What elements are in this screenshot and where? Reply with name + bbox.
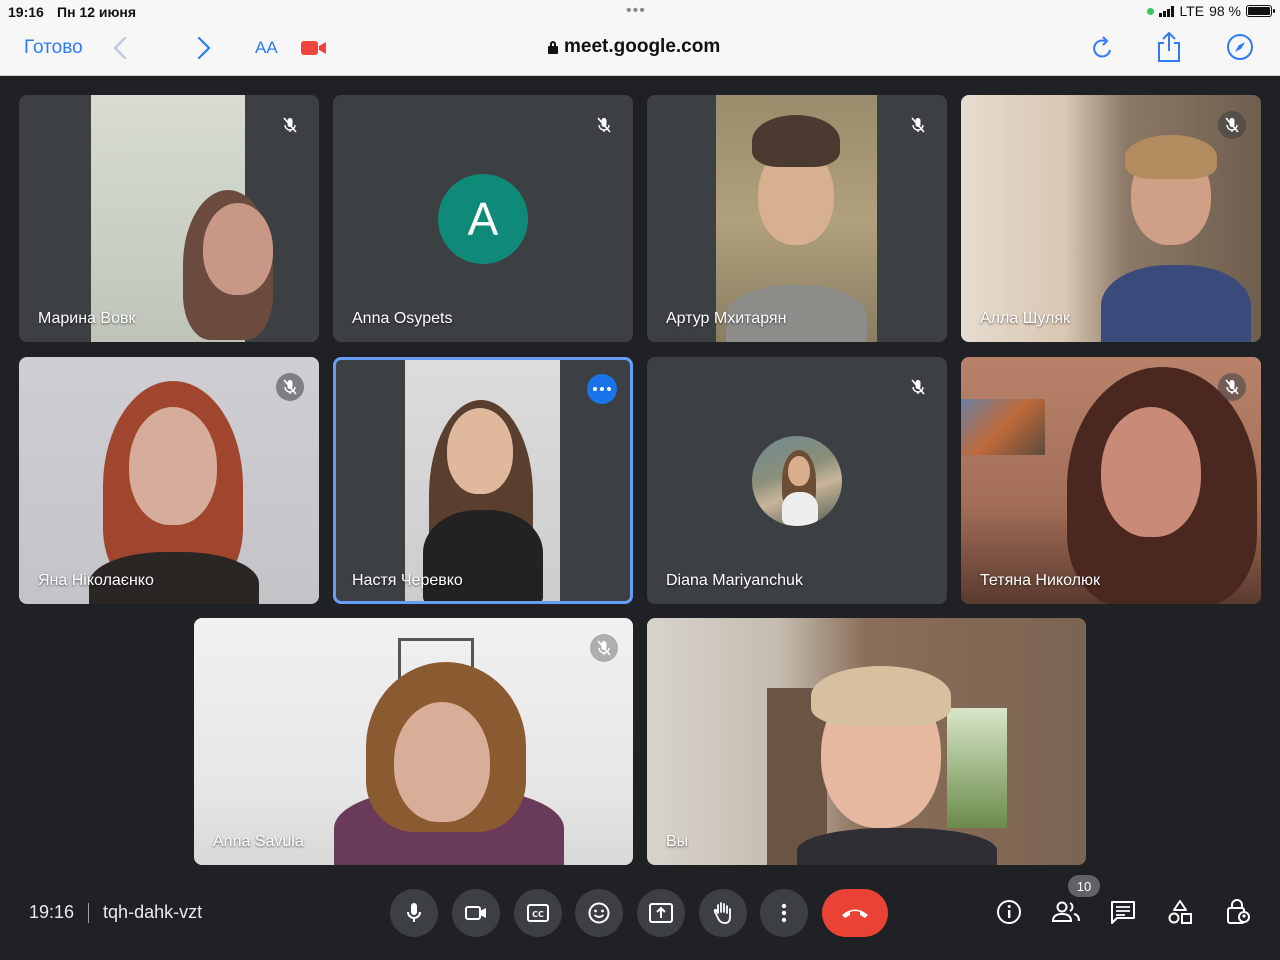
participant-tile[interactable]: A Anna Osypets (333, 95, 633, 342)
people-button[interactable] (1050, 896, 1082, 928)
participant-video (716, 95, 877, 342)
shapes-icon (1168, 900, 1192, 924)
participant-video (405, 360, 560, 601)
meeting-details-button[interactable] (993, 896, 1025, 928)
status-date: Пн 12 июня (57, 4, 137, 20)
battery-percent: 98 % (1209, 3, 1241, 19)
mic-off-icon (1218, 111, 1246, 139)
participant-name: Артур Мхитарян (666, 310, 787, 327)
participant-name: Anna Savula (213, 833, 304, 850)
info-icon (997, 900, 1021, 924)
participant-count-badge: 10 (1068, 875, 1100, 897)
lock-person-icon (1227, 899, 1250, 924)
done-button[interactable]: Готово (24, 37, 83, 59)
participant-tile[interactable]: Anna Savula (194, 618, 633, 865)
status-time: 19:16 (8, 4, 44, 20)
mic-off-icon (904, 373, 932, 401)
people-icon (1051, 901, 1080, 922)
participant-video (194, 618, 633, 865)
back-chevron-icon[interactable] (108, 34, 132, 62)
url-text: meet.google.com (564, 36, 721, 57)
participant-video (961, 95, 1261, 342)
participant-name: Марина Вовк (38, 310, 136, 327)
participant-name: Яна Ніколаєнко (38, 572, 154, 589)
microphone-button[interactable] (390, 889, 438, 937)
mic-off-icon (904, 111, 932, 139)
battery-icon (1246, 5, 1275, 17)
participant-avatar (752, 436, 842, 526)
end-call-button[interactable] (822, 889, 888, 937)
microphone-icon (407, 903, 421, 922)
emoji-icon (588, 902, 610, 924)
participant-tile-self[interactable]: Вы (647, 618, 1086, 865)
participant-tile-active[interactable]: Настя Черевко (333, 357, 633, 604)
meeting-code: tqh-dahk-vzt (103, 902, 203, 922)
participant-tile[interactable]: Марина Вовк (19, 95, 319, 342)
browser-toolbar: Готово AA meet.google.com (0, 24, 1280, 76)
status-indicators: LTE 98 % (1147, 3, 1275, 19)
more-vert-icon (781, 903, 787, 923)
lock-icon (548, 40, 558, 54)
raise-hand-button[interactable] (699, 889, 747, 937)
host-controls-button[interactable] (1222, 896, 1254, 928)
forward-chevron-icon[interactable] (192, 34, 216, 62)
participant-name: Тетяна Николюк (980, 572, 1100, 589)
chat-button[interactable] (1107, 896, 1139, 928)
meeting-info: 19:16 tqh-dahk-vzt (29, 902, 202, 923)
participant-name: Diana Mariyanchuk (666, 572, 803, 589)
participant-name: Алла Шуляк (980, 310, 1070, 327)
hand-icon (713, 902, 731, 924)
network-type: LTE (1179, 3, 1205, 19)
camera-in-use-dot-icon (1147, 7, 1155, 15)
participant-name: Настя Черевко (352, 572, 463, 589)
participant-video (19, 357, 319, 604)
chat-icon (1111, 901, 1135, 924)
multitasking-dots-icon[interactable]: ••• (626, 2, 646, 20)
participant-tile[interactable]: Артур Мхитарян (647, 95, 947, 342)
svg-text:CC: CC (532, 910, 544, 919)
participant-tile[interactable]: Яна Ніколаєнко (19, 357, 319, 604)
text-size-button[interactable]: AA (255, 38, 278, 58)
participant-name: Вы (666, 833, 689, 850)
cellular-signal-icon (1159, 5, 1175, 17)
participant-tile[interactable]: Алла Шуляк (961, 95, 1261, 342)
more-options-button[interactable] (587, 374, 617, 404)
mic-off-icon (276, 373, 304, 401)
more-options-button[interactable] (760, 889, 808, 937)
reload-icon[interactable] (1090, 34, 1116, 62)
participant-video (91, 95, 273, 342)
divider (88, 902, 90, 923)
mic-off-icon (590, 634, 618, 662)
camera-recording-icon[interactable] (300, 37, 328, 59)
mic-off-icon (590, 111, 618, 139)
participant-video (961, 357, 1261, 604)
meeting-time: 19:16 (29, 902, 75, 922)
closed-captions-icon: CC (527, 904, 549, 922)
present-screen-button[interactable] (637, 889, 685, 937)
meeting-controls-bar: 19:16 tqh-dahk-vzt CC 10 (0, 870, 1280, 960)
activities-button[interactable] (1164, 896, 1196, 928)
camera-button[interactable] (452, 889, 500, 937)
present-icon (649, 903, 673, 923)
mic-off-icon (276, 111, 304, 139)
compass-icon[interactable] (1226, 33, 1254, 61)
reactions-button[interactable] (575, 889, 623, 937)
address-bar[interactable]: meet.google.com (548, 36, 720, 58)
participant-avatar: A (438, 174, 528, 264)
participant-name: Anna Osypets (352, 310, 453, 327)
call-end-icon (842, 909, 868, 918)
videocam-icon (465, 906, 486, 920)
participant-tile[interactable]: Тетяна Николюк (961, 357, 1261, 604)
text-size-label: AA (255, 38, 278, 57)
participant-tile[interactable]: Diana Mariyanchuk (647, 357, 947, 604)
share-icon[interactable] (1155, 30, 1183, 64)
participant-video (647, 618, 1086, 865)
mic-off-icon (1218, 373, 1246, 401)
status-bar: 19:16 Пн 12 июня ••• LTE 98 % (0, 0, 1280, 24)
captions-button[interactable]: CC (514, 889, 562, 937)
